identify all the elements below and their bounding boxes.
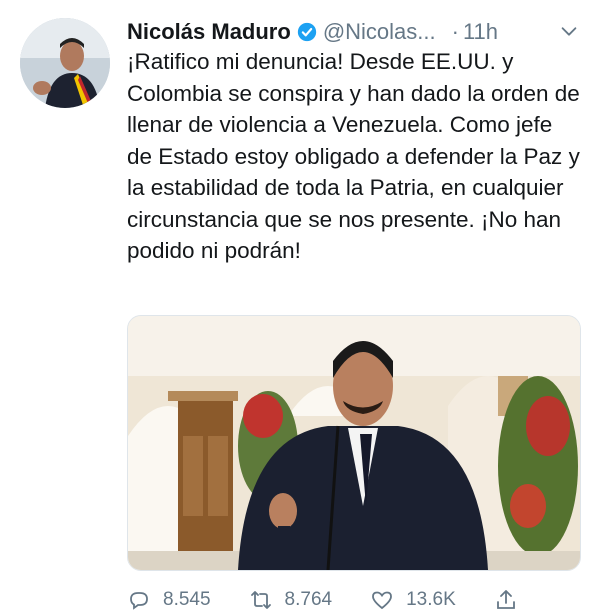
like-icon	[372, 591, 392, 610]
retweet-button[interactable]: 8.764	[249, 588, 333, 612]
tweet-text: ¡Ratifico mi denuncia! Desde EE.UU. y Co…	[127, 49, 580, 263]
reply-button[interactable]: 8.545	[127, 588, 211, 612]
tweet-header: Nicolás Maduro @Nicolas... · 11h	[127, 14, 580, 50]
retweet-count: 8.764	[284, 589, 333, 610]
retweet-icon	[250, 591, 271, 609]
verified-badge-icon	[297, 22, 316, 42]
tweet-media-image[interactable]	[127, 315, 581, 571]
author-name[interactable]: Nicolás Maduro	[127, 19, 291, 45]
like-count: 13.6K	[406, 589, 456, 610]
reply-icon	[130, 592, 148, 610]
tweet-timestamp[interactable]: 11h	[463, 19, 498, 45]
author-avatar[interactable]	[20, 18, 110, 108]
like-button[interactable]: 13.6K	[370, 588, 456, 612]
reply-count: 8.545	[163, 589, 211, 610]
media-photo	[128, 316, 580, 570]
author-handle[interactable]: @Nicolas...	[323, 19, 436, 45]
share-button[interactable]	[494, 588, 530, 612]
separator-dot: ·	[451, 19, 459, 44]
avatar-image	[20, 18, 110, 108]
tweet-actions: 8.545 8.764 13.6K	[127, 585, 582, 615]
chevron-down-icon[interactable]	[558, 20, 580, 42]
share-icon	[496, 590, 515, 609]
